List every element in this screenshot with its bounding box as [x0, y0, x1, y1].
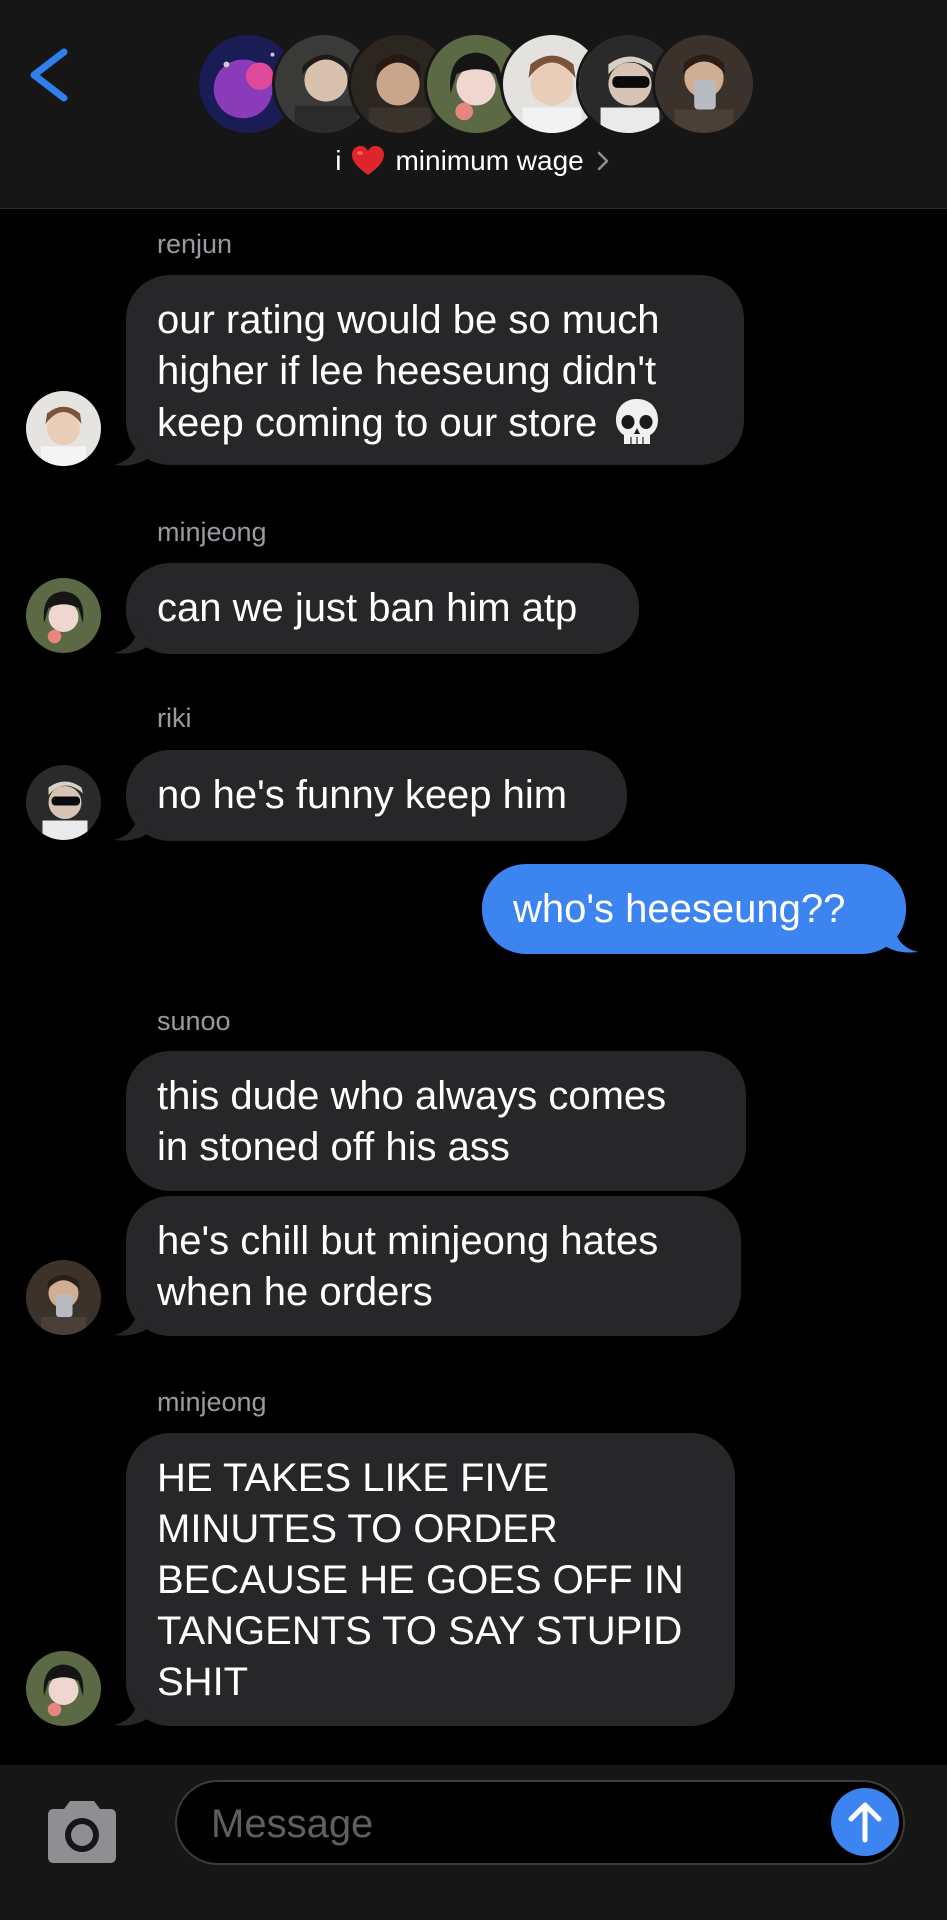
heart-emoji-icon — [351, 145, 385, 177]
avatar[interactable] — [26, 765, 101, 840]
message-line: can we just ban him atp — [157, 586, 578, 630]
sender-name: sunoo — [157, 1006, 231, 1036]
camera-button[interactable] — [42, 1795, 122, 1867]
send-arrow-icon — [848, 1802, 882, 1843]
sender-name: minjeong — [157, 517, 267, 547]
message-bubble[interactable]: HE TAKES LIKE FIVE MINUTES TO ORDER BECA… — [126, 1433, 735, 1726]
sender-name: minjeong — [157, 1387, 267, 1417]
message-bubble[interactable]: can we just ban him atp — [126, 563, 639, 654]
message-line: MINUTES TO ORDER — [157, 1507, 558, 1551]
message-line: higher if lee heeseung didn't — [157, 349, 657, 393]
message-bubble[interactable]: our rating would be so much higher if le… — [126, 275, 744, 465]
message-line: HE TAKES LIKE FIVE — [157, 1456, 549, 1500]
message-bubble[interactable]: he's chill but minjeong hates when he or… — [126, 1196, 741, 1336]
bubble-tail — [114, 621, 152, 654]
group-title[interactable]: i minimum wage — [0, 145, 947, 177]
send-button[interactable] — [831, 1788, 899, 1856]
message-bubble[interactable]: no he's funny keep him — [126, 750, 627, 841]
avatar[interactable] — [26, 1260, 101, 1335]
conversation-header: i minimum wage — [0, 0, 947, 209]
sender-name: riki — [157, 703, 192, 733]
camera-icon — [48, 1801, 116, 1863]
message-line: BECAUSE HE GOES OFF IN — [157, 1558, 684, 1602]
message-line: when he orders — [157, 1270, 433, 1314]
bubble-tail — [880, 920, 918, 953]
chevron-left-icon — [30, 48, 68, 102]
message-composer: Message — [0, 1765, 947, 1920]
message-line: he's chill but minjeong hates — [157, 1219, 659, 1263]
message-line: our rating would be so much — [157, 298, 660, 342]
sender-name: renjun — [157, 229, 233, 259]
message-line: who's heeseung?? — [513, 887, 846, 931]
bubble-tail — [114, 1693, 152, 1726]
message-line: keep coming to our store — [157, 400, 598, 445]
participant-avatars[interactable] — [196, 32, 756, 136]
skull-emoji-icon — [616, 399, 659, 444]
avatar[interactable] — [26, 1651, 101, 1726]
bubble-tail — [114, 808, 152, 841]
title-text: minimum wage — [395, 145, 584, 176]
message-line: SHIT — [157, 1660, 249, 1704]
avatar[interactable] — [26, 578, 101, 653]
message-input[interactable]: Message — [175, 1780, 905, 1865]
avatar[interactable] — [26, 391, 101, 466]
title-prefix: i — [335, 145, 342, 176]
message-line: in stoned off his ass — [157, 1125, 510, 1169]
avatar — [652, 32, 756, 136]
message-bubble[interactable]: this dude who always comes in stoned off… — [126, 1051, 746, 1191]
back-button[interactable] — [22, 40, 82, 110]
chevron-right-icon — [594, 148, 612, 174]
message-line: TANGENTS TO SAY STUPID — [157, 1609, 683, 1653]
bubble-tail — [114, 1303, 152, 1336]
bubble-tail — [114, 433, 152, 466]
message-line: no he's funny keep him — [157, 773, 568, 817]
outgoing-message-bubble[interactable]: who's heeseung?? — [482, 864, 906, 954]
message-line: this dude who always comes — [157, 1074, 667, 1118]
